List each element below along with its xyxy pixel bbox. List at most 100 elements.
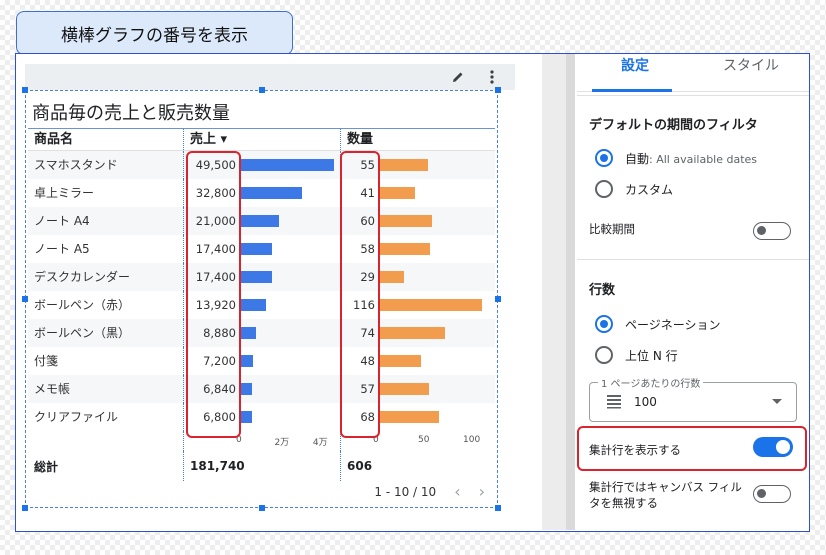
- qty-bar: [378, 159, 428, 171]
- qty-bar: [378, 215, 432, 227]
- resize-handle[interactable]: [495, 87, 501, 93]
- radio-custom-label[interactable]: カスタム: [625, 181, 673, 198]
- qty-axis-tick: 100: [463, 435, 481, 445]
- header-qty[interactable]: 数量: [340, 129, 495, 150]
- row-name: クリアファイル: [34, 410, 119, 424]
- total-label: 総計: [34, 459, 59, 474]
- scrollbar-thumb[interactable]: [566, 54, 575, 530]
- sales-bar: [239, 355, 253, 367]
- row-name: 付箋: [34, 354, 59, 368]
- row-name: ボールペン（黒）: [34, 326, 131, 340]
- table-body: スマホスタンド 49,500 55 卓上ミラー 32,800 41 ノート A4 21,000…: [28, 151, 495, 431]
- row-name: ノート A4: [34, 214, 90, 228]
- sales-bar: [239, 215, 280, 227]
- chart-title: 商品毎の売上と販売数量: [32, 103, 230, 124]
- sales-bar: [239, 327, 257, 339]
- tab-style[interactable]: スタイル: [693, 54, 809, 91]
- header-sales[interactable]: 売上 ▾: [183, 129, 340, 150]
- qty-bar: [378, 355, 422, 367]
- panel-tabs: 設定 スタイル: [577, 54, 809, 92]
- table-row: ボールペン（赤） 13,920 116: [28, 291, 495, 319]
- tab-setup[interactable]: 設定: [577, 54, 693, 91]
- table-row: 卓上ミラー 32,800 41: [28, 179, 495, 207]
- chart-toolbar: [25, 64, 515, 90]
- qty-bar: [378, 383, 430, 395]
- qty-bar: [378, 271, 405, 283]
- resize-handle[interactable]: [495, 505, 501, 511]
- rows-per-page-select[interactable]: 1 ページあたりの行数 100: [589, 375, 797, 422]
- rows-per-page-label: 1 ページあたりの行数: [598, 375, 704, 390]
- radio-auto-text: 自動: [625, 152, 650, 166]
- table-row: 付箋 7,200 48: [28, 347, 495, 375]
- table-chart[interactable]: 商品毎の売上と販売数量 商品名 売上 ▾ 数量 スマホスタンド 49,500 55 卓…: [22, 87, 501, 511]
- resize-handle[interactable]: [259, 87, 265, 93]
- table-row: ボールペン（黒） 8,880 74: [28, 319, 495, 347]
- qty-bar: [378, 187, 415, 199]
- highlight-qty-numbers: [340, 151, 380, 438]
- resize-handle[interactable]: [259, 505, 265, 511]
- radio-auto[interactable]: [595, 149, 613, 167]
- row-name: 卓上ミラー: [34, 186, 95, 200]
- table-header: 商品名 売上 ▾ 数量: [28, 129, 495, 151]
- highlight-show-totals: [577, 426, 807, 471]
- rows-title: 行数: [589, 283, 616, 298]
- radio-pagination-label[interactable]: ページネーション: [625, 316, 721, 333]
- row-name: ボールペン（赤）: [34, 298, 131, 312]
- sales-bar: [239, 271, 273, 283]
- qty-bar: [378, 327, 445, 339]
- radio-topn[interactable]: [595, 346, 613, 364]
- radio-auto-sub: : All available dates: [649, 153, 758, 166]
- report-canvas: 商品毎の売上と販売数量 商品名 売上 ▾ 数量 スマホスタンド 49,500 55 卓…: [16, 54, 543, 530]
- total-sales: 181,740: [183, 451, 340, 481]
- highlight-sales-numbers: [186, 151, 241, 438]
- radio-custom[interactable]: [595, 180, 613, 198]
- table-row: ノート A4 21,000 60: [28, 207, 495, 235]
- qty-axis-tick: 50: [418, 435, 430, 445]
- resize-handle[interactable]: [22, 87, 28, 93]
- sales-axis-tick: 2万: [274, 438, 290, 448]
- row-name: スマホスタンド: [34, 158, 118, 172]
- chevron-left-icon[interactable]: ‹: [454, 482, 460, 501]
- ignore-filter-label-1: 集計行ではキャンバス フィル: [589, 480, 742, 494]
- properties-panel: 設定 スタイル デフォルトの期間のフィルタ 自動: All available …: [577, 54, 809, 530]
- table-row: スマホスタンド 49,500 55: [28, 151, 495, 179]
- header-name[interactable]: 商品名: [28, 129, 183, 150]
- dropdown-arrow-icon: [772, 399, 782, 404]
- qty-bar: [378, 243, 431, 255]
- row-name: デスクカレンダー: [34, 270, 131, 284]
- table-row: デスクカレンダー 17,400 29: [28, 263, 495, 291]
- compare-period-toggle[interactable]: [753, 222, 791, 240]
- ignore-filter-toggle[interactable]: [753, 485, 791, 503]
- sales-bar: [239, 299, 266, 311]
- divider: [577, 259, 809, 260]
- total-qty: 606: [340, 451, 495, 481]
- editor-window: 商品毎の売上と販売数量 商品名 売上 ▾ 数量 スマホスタンド 49,500 55 卓…: [15, 53, 810, 532]
- radio-pagination[interactable]: [595, 315, 613, 333]
- chevron-right-icon[interactable]: ›: [479, 482, 485, 501]
- table-row: クリアファイル 6,800 68: [28, 403, 495, 431]
- sales-bar: [239, 187, 303, 199]
- sales-bar: [239, 159, 335, 171]
- qty-bar: [378, 299, 483, 311]
- resize-handle[interactable]: [22, 505, 28, 511]
- row-name: ノート A5: [34, 242, 90, 256]
- pencil-icon[interactable]: [451, 70, 465, 84]
- radio-auto-label[interactable]: 自動: All available dates: [625, 150, 757, 167]
- axis-row: 0 2万 4万 0 50 100: [28, 431, 495, 451]
- more-vert-icon[interactable]: [485, 70, 499, 84]
- radio-topn-label[interactable]: 上位 N 行: [625, 347, 678, 364]
- page-range: 1 - 10 / 10: [374, 484, 437, 499]
- callout-title-text: 横棒グラフの番号を表示: [61, 25, 248, 46]
- sales-bar: [239, 243, 273, 255]
- table-row: メモ帳 6,840 57: [28, 375, 495, 403]
- data-table: 商品名 売上 ▾ 数量 スマホスタンド 49,500 55 卓上ミラー 32,800 41…: [28, 128, 495, 481]
- rows-per-page-value: 100: [634, 395, 657, 409]
- tab-indicator: [592, 89, 672, 92]
- resize-handle[interactable]: [495, 296, 501, 302]
- ignore-filter-label-2: タを無視する: [589, 496, 658, 510]
- compare-period-label: 比較期間: [589, 222, 635, 236]
- row-name: メモ帳: [34, 382, 71, 396]
- pagination: 1 - 10 / 10 ‹ ›: [374, 482, 485, 501]
- list-icon: [606, 393, 622, 413]
- total-row: 総計 181,740 606: [28, 451, 495, 481]
